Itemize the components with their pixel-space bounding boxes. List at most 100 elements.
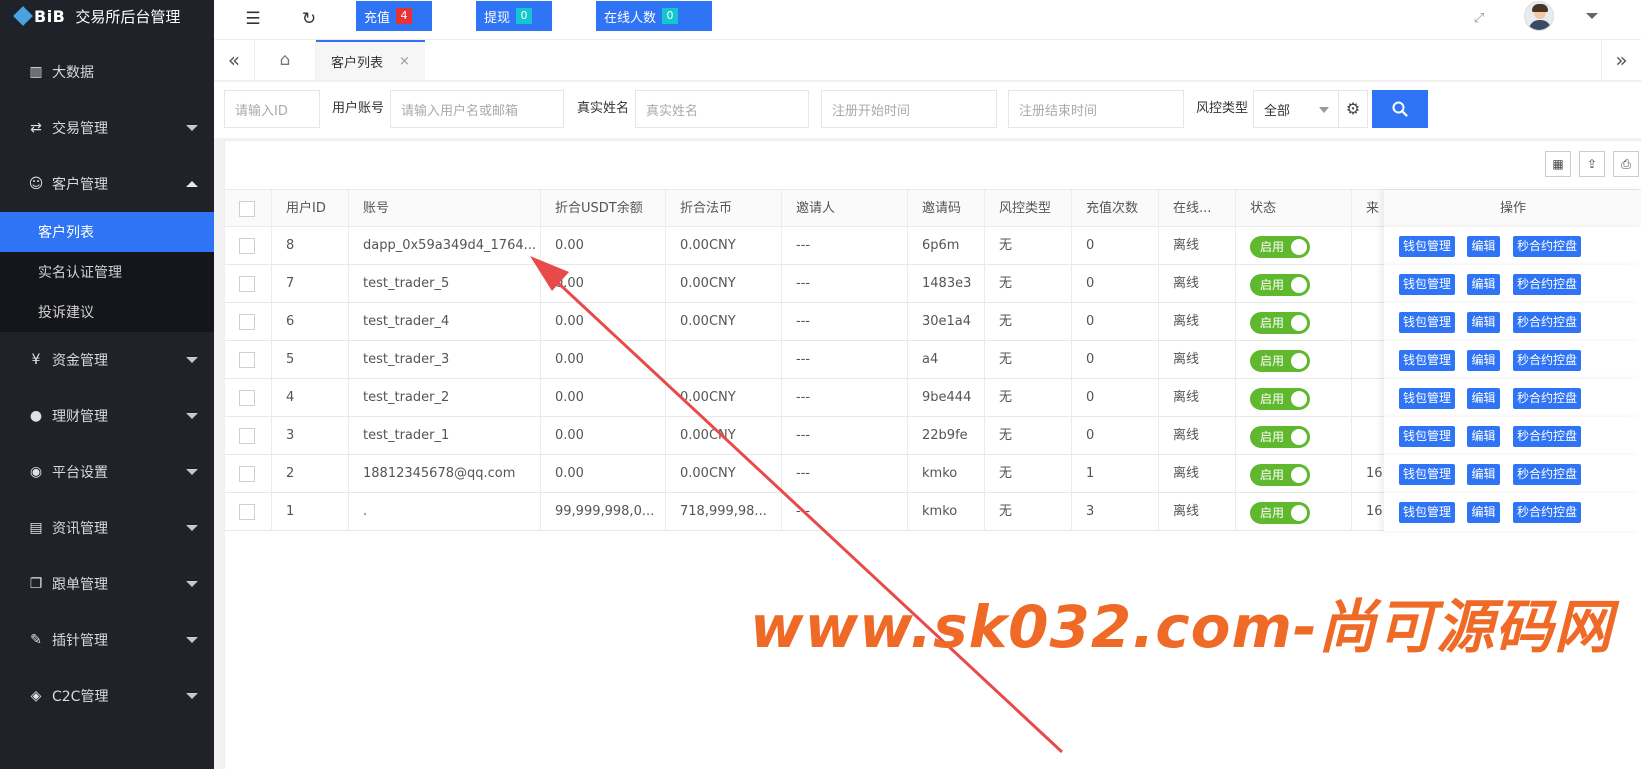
cell-status: 启用 [1236, 227, 1352, 265]
edit-button[interactable]: 编辑 [1467, 350, 1500, 371]
row-select-cell [225, 265, 272, 303]
contract-control-button[interactable]: 秒合约控盘 [1513, 274, 1581, 295]
risk-type-select[interactable]: 全部 [1253, 90, 1340, 128]
wallet-manage-button[interactable]: 钱包管理 [1399, 350, 1455, 371]
realname-input[interactable]: 真实姓名 [635, 90, 809, 128]
status-toggle[interactable]: 启用 [1250, 312, 1310, 334]
col-header[interactable]: 折合法币 [666, 190, 782, 228]
col-header[interactable]: 状态 [1236, 190, 1352, 228]
edit-button[interactable]: 编辑 [1467, 274, 1500, 295]
close-icon[interactable]: × [399, 54, 410, 69]
online-users-button[interactable]: 在线人数 0 [596, 1, 712, 31]
fullscreen-icon[interactable]: ⤢ [1468, 8, 1490, 30]
tabs-scroll-right-icon[interactable]: » [1601, 40, 1641, 80]
sidebar-subitem-complaints[interactable]: 投诉建议 [0, 292, 214, 332]
register-start-date-input[interactable]: 注册开始时间 [821, 90, 997, 128]
edit-button[interactable]: 编辑 [1467, 236, 1500, 257]
contract-control-button[interactable]: 秒合约控盘 [1513, 236, 1581, 257]
status-toggle[interactable]: 启用 [1250, 502, 1310, 524]
sidebar-item-finance[interactable]: ● 理财管理 [0, 388, 214, 444]
col-header[interactable]: 充值次数 [1072, 190, 1159, 228]
status-toggle[interactable]: 启用 [1250, 426, 1310, 448]
sidebar-item-trade[interactable]: ⇄ 交易管理 [0, 100, 214, 156]
row-checkbox[interactable] [239, 238, 255, 254]
user-menu-chevron-icon[interactable] [1586, 13, 1598, 19]
cell-online: 离线 [1159, 493, 1236, 531]
wallet-manage-button[interactable]: 钱包管理 [1399, 464, 1455, 485]
col-header[interactable]: 在线... [1159, 190, 1236, 228]
wallet-manage-button[interactable]: 钱包管理 [1399, 274, 1455, 295]
gear-icon[interactable]: ⚙ [1338, 90, 1368, 128]
sidebar-item-funds[interactable]: ¥ 资金管理 [0, 332, 214, 388]
edit-button[interactable]: 编辑 [1467, 464, 1500, 485]
refresh-icon[interactable]: ↻ [298, 8, 320, 30]
sidebar-menu: ▥ 大数据 ⇄ 交易管理 ☺ 客户管理 客户列表 实名认证管理 投诉建议 ¥ 资… [0, 44, 214, 724]
cell-recharges: 3 [1072, 493, 1159, 531]
col-header[interactable]: 邀请人 [782, 190, 908, 228]
contract-control-button[interactable]: 秒合约控盘 [1513, 388, 1581, 409]
cell-risk: 无 [985, 303, 1072, 341]
contract-control-button[interactable]: 秒合约控盘 [1513, 350, 1581, 371]
select-all-checkbox[interactable] [239, 201, 255, 217]
sidebar-subitem-customer-list[interactable]: 客户列表 [0, 212, 214, 252]
col-header[interactable]: 邀请码 [908, 190, 985, 228]
table-row: 2 18812345678@qq.com 0.00 0.00CNY --- kmko 无 1 离… [225, 455, 1641, 493]
row-checkbox[interactable] [239, 428, 255, 444]
cell-account: 18812345678@qq.com [349, 455, 541, 493]
sidebar-item-pin[interactable]: ✎ 插针管理 [0, 612, 214, 668]
sidebar-item-bigdata[interactable]: ▥ 大数据 [0, 44, 214, 100]
print-icon[interactable]: ⎙ [1613, 151, 1639, 177]
contract-control-button[interactable]: 秒合约控盘 [1513, 464, 1581, 485]
row-checkbox[interactable] [239, 352, 255, 368]
col-header[interactable]: 账号 [349, 190, 541, 228]
wallet-manage-button[interactable]: 钱包管理 [1399, 388, 1455, 409]
status-toggle[interactable]: 启用 [1250, 464, 1310, 486]
menu-toggle-icon[interactable]: ☰ [242, 8, 264, 30]
columns-icon[interactable]: ▦ [1545, 151, 1571, 177]
cell-id: 6 [272, 303, 349, 341]
wallet-manage-button[interactable]: 钱包管理 [1399, 502, 1455, 523]
sidebar-item-c2c[interactable]: ◈ C2C管理 [0, 668, 214, 724]
wallet-manage-button[interactable]: 钱包管理 [1399, 236, 1455, 257]
register-end-date-input[interactable]: 注册结束时间 [1008, 90, 1184, 128]
row-checkbox[interactable] [239, 466, 255, 482]
row-checkbox[interactable] [239, 314, 255, 330]
status-toggle[interactable]: 启用 [1250, 388, 1310, 410]
contract-control-button[interactable]: 秒合约控盘 [1513, 312, 1581, 333]
export-icon[interactable]: ⇪ [1579, 151, 1605, 177]
edit-button[interactable]: 编辑 [1467, 388, 1500, 409]
edit-button[interactable]: 编辑 [1467, 426, 1500, 447]
tab-customer-list[interactable]: 客户列表 × [316, 40, 425, 80]
col-header[interactable]: 用户ID [272, 190, 349, 228]
contract-control-button[interactable]: 秒合约控盘 [1513, 502, 1581, 523]
id-input[interactable]: 请输入ID [224, 90, 320, 128]
account-input[interactable]: 请输入用户名或邮箱 [390, 90, 564, 128]
tabs-bar: « ⌂ 客户列表 × » [214, 40, 1641, 81]
home-tab-icon[interactable]: ⌂ [254, 40, 316, 80]
logo[interactable]: BiB 交易所后台管理 [0, 0, 214, 32]
cell-usdt: 0.00 [541, 379, 666, 417]
status-toggle[interactable]: 启用 [1250, 236, 1310, 258]
status-toggle[interactable]: 启用 [1250, 274, 1310, 296]
recharge-button[interactable]: 充值 4 [356, 1, 432, 31]
sidebar-item-copytrade[interactable]: ❐ 跟单管理 [0, 556, 214, 612]
contract-control-button[interactable]: 秒合约控盘 [1513, 426, 1581, 447]
edit-button[interactable]: 编辑 [1467, 312, 1500, 333]
col-header[interactable]: 折合USDT余额 [541, 190, 666, 228]
avatar[interactable] [1524, 1, 1554, 31]
sidebar-item-customers[interactable]: ☺ 客户管理 [0, 156, 214, 212]
search-button[interactable] [1372, 90, 1428, 128]
status-toggle[interactable]: 启用 [1250, 350, 1310, 372]
tabs-scroll-left-icon[interactable]: « [214, 40, 254, 80]
row-checkbox[interactable] [239, 276, 255, 292]
col-header[interactable]: 风控类型 [985, 190, 1072, 228]
withdraw-button[interactable]: 提现 0 [476, 1, 552, 31]
edit-button[interactable]: 编辑 [1467, 502, 1500, 523]
row-checkbox[interactable] [239, 390, 255, 406]
sidebar-subitem-kyc[interactable]: 实名认证管理 [0, 252, 214, 292]
wallet-manage-button[interactable]: 钱包管理 [1399, 312, 1455, 333]
wallet-manage-button[interactable]: 钱包管理 [1399, 426, 1455, 447]
sidebar-item-news[interactable]: ▤ 资讯管理 [0, 500, 214, 556]
row-checkbox[interactable] [239, 504, 255, 520]
sidebar-item-platform[interactable]: ◉ 平台设置 [0, 444, 214, 500]
